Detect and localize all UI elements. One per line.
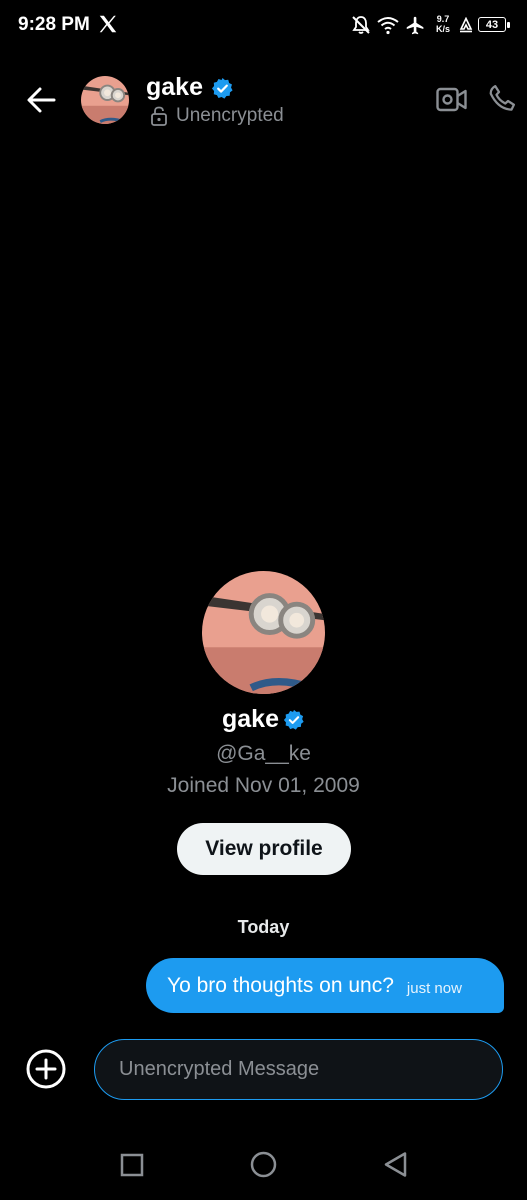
recents-nav-icon[interactable] <box>120 1153 144 1177</box>
network-speed: 9.7 K/s <box>436 14 450 34</box>
encryption-status: Unencrypted <box>176 105 284 126</box>
phone-call-icon[interactable] <box>487 83 517 113</box>
mute-bell-icon <box>352 16 370 34</box>
back-nav-icon[interactable] <box>383 1151 409 1178</box>
video-call-icon[interactable] <box>436 86 467 113</box>
wifi-icon <box>377 17 399 35</box>
profile-name-row: gake <box>0 705 527 734</box>
profile-joined-date: Joined Nov 01, 2009 <box>167 774 360 797</box>
airplane-icon <box>406 16 424 35</box>
lock-icon <box>151 106 167 126</box>
profile-handle: @Ga__ke <box>216 742 311 765</box>
message-timestamp: just now <box>406 979 462 997</box>
message-text: Yo bro thoughts on unc? <box>167 973 394 997</box>
message-input[interactable] <box>117 1057 481 1082</box>
data-saver-icon <box>459 17 473 33</box>
add-media-icon[interactable] <box>26 1049 66 1089</box>
verified-badge-icon <box>211 77 233 99</box>
view-profile-button[interactable]: View profile <box>177 823 351 875</box>
header-avatar[interactable] <box>81 76 129 124</box>
home-nav-icon[interactable] <box>250 1151 277 1178</box>
status-time: 9:28 PM <box>18 14 90 35</box>
header-name[interactable]: gake <box>146 73 203 102</box>
verified-badge-icon <box>283 709 304 730</box>
day-separator: Today <box>237 917 290 937</box>
message-composer[interactable] <box>94 1039 503 1100</box>
profile-name: gake <box>222 705 279 733</box>
x-logo-icon <box>99 15 117 33</box>
avatar-image <box>81 76 129 124</box>
battery-icon: 43 <box>478 17 510 32</box>
network-speed-value: 9.7 <box>436 14 450 24</box>
network-speed-unit: K/s <box>436 24 451 34</box>
back-arrow-icon[interactable] <box>26 86 56 114</box>
profile-avatar[interactable] <box>202 571 325 694</box>
avatar-image <box>202 571 325 694</box>
outgoing-message-bubble[interactable]: Yo bro thoughts on unc? just now <box>146 958 504 1013</box>
